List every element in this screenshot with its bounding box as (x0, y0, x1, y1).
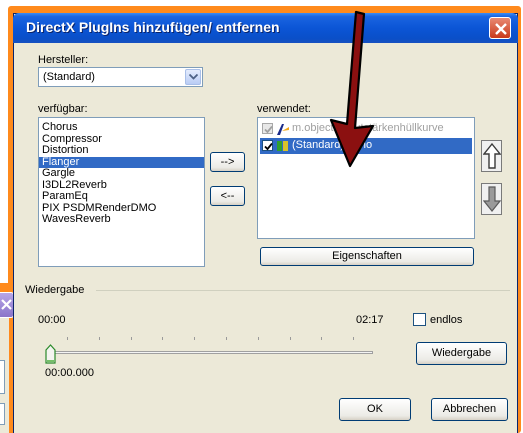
used-label: verwendet: (257, 103, 311, 115)
available-label: verfügbar: (38, 103, 88, 115)
annotation-arrow-icon (329, 10, 375, 168)
start-time: 00:00 (38, 314, 66, 326)
ok-button[interactable]: OK (339, 398, 411, 421)
add-plugin-label: --> (220, 156, 235, 168)
play-button[interactable]: Wiedergabe (416, 342, 507, 365)
move-down-button[interactable] (481, 183, 502, 215)
loop-label: endlos (430, 314, 463, 326)
plugin-checkbox[interactable] (262, 140, 273, 151)
background-window-field (0, 360, 5, 394)
dropdown-button[interactable] (185, 69, 201, 85)
close-button[interactable] (489, 17, 511, 39)
end-time: 02:17 (356, 314, 384, 326)
list-item[interactable]: Chorus (39, 121, 204, 134)
ok-label: OK (367, 403, 383, 415)
playback-slider[interactable] (50, 351, 373, 354)
add-plugin-button[interactable]: --> (210, 152, 245, 172)
move-up-button[interactable] (481, 140, 502, 172)
plugin-icon (277, 124, 289, 135)
close-icon (495, 23, 507, 35)
available-plugins-list[interactable]: Chorus Compressor Distortion Flanger Gar… (38, 117, 205, 267)
play-label: Wiedergabe (431, 347, 492, 359)
move-up-icon (483, 142, 501, 169)
playback-slider-thumb[interactable] (45, 344, 56, 364)
list-item[interactable]: Gargle (39, 167, 204, 180)
manufacturer-label: Hersteller: (38, 54, 89, 66)
remove-plugin-button[interactable]: <-- (210, 186, 245, 206)
window-title: DirectX PlugIns hinzufügen/ entfernen (26, 19, 280, 35)
background-window-field (0, 403, 5, 425)
move-down-icon (483, 186, 501, 212)
cancel-button[interactable]: Abbrechen (431, 398, 508, 421)
position-readout: 00:00.000 (45, 367, 94, 379)
list-item[interactable]: ParamEq (39, 190, 204, 203)
dropdown-arrow-icon (189, 74, 198, 80)
properties-label: Eigenschaften (332, 250, 402, 262)
background-window-close-icon[interactable] (0, 292, 14, 318)
list-item[interactable]: WavesReverb (39, 213, 204, 226)
manufacturer-value: (Standard) (43, 71, 95, 83)
plugin-icon (277, 141, 288, 151)
properties-button[interactable]: Eigenschaften (260, 247, 474, 266)
remove-plugin-label: <-- (220, 190, 235, 202)
loop-checkbox[interactable] (413, 313, 426, 326)
playback-group-label: Wiedergabe (25, 284, 85, 296)
plugin-checkbox[interactable] (262, 123, 273, 134)
cancel-label: Abbrechen (442, 403, 497, 415)
group-divider (96, 290, 510, 291)
list-item[interactable]: Distortion (39, 144, 204, 157)
manufacturer-select[interactable]: (Standard) (38, 67, 203, 87)
